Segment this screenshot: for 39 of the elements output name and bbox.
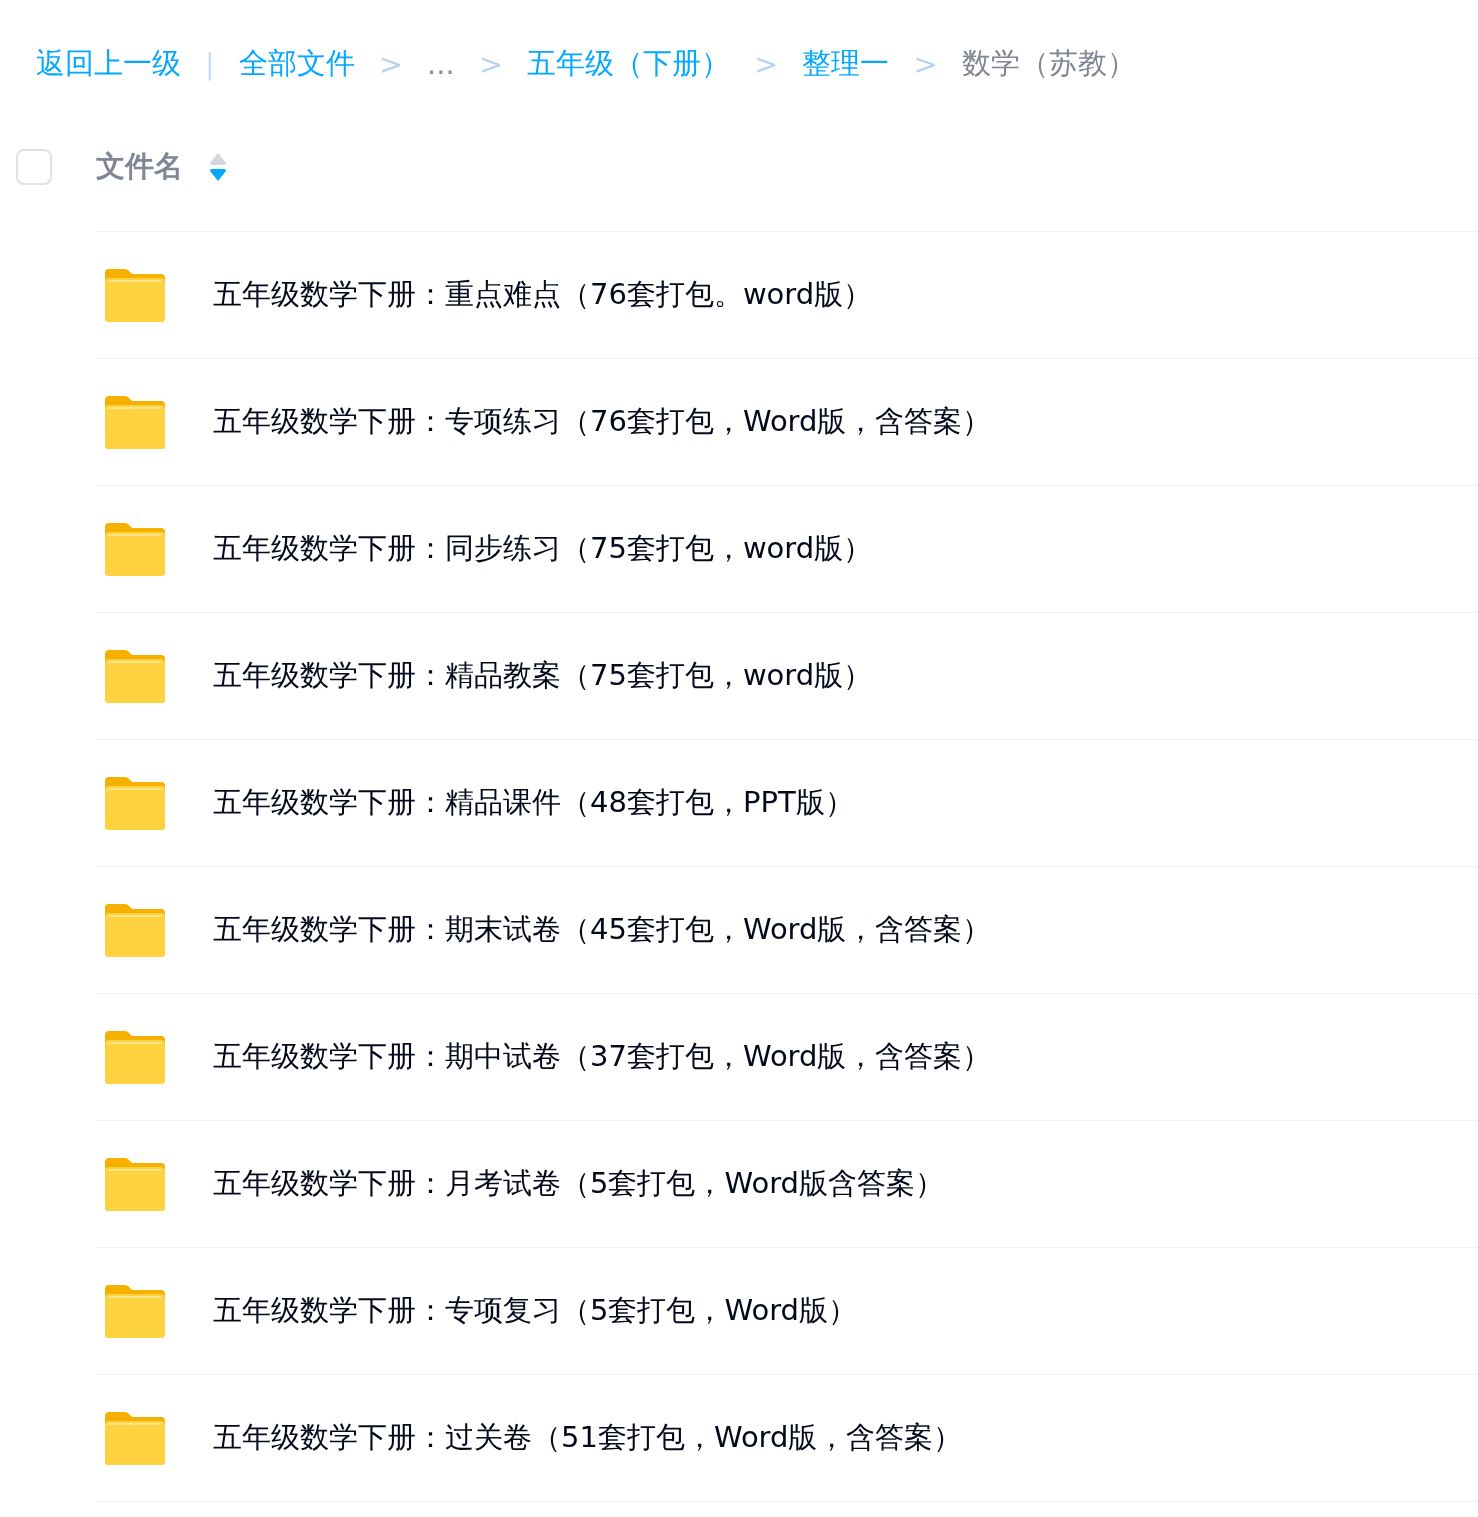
file-row[interactable]: 五年级数学下册：同步练习（75套打包，word版） xyxy=(96,485,1478,612)
file-name[interactable]: 五年级数学下册：同步练习（75套打包，word版） xyxy=(213,529,873,569)
file-row[interactable]: 五年级数学下册：月考试卷（5套打包，Word版含答案） xyxy=(96,1120,1478,1247)
breadcrumb-separator: > xyxy=(478,47,504,81)
folder-icon xyxy=(105,903,165,957)
file-name[interactable]: 五年级数学下册：重点难点（76套打包。word版） xyxy=(213,275,873,315)
file-name[interactable]: 五年级数学下册：专项练习（76套打包，Word版，含答案） xyxy=(213,402,992,442)
folder-icon xyxy=(105,268,165,322)
current-folder: 数学（苏教） xyxy=(961,45,1136,82)
folder-icon xyxy=(105,1030,165,1084)
file-row[interactable]: 五年级数学下册：重点难点（76套打包。word版） xyxy=(96,231,1478,358)
column-header[interactable]: 文件名 xyxy=(96,147,183,187)
file-row[interactable]: 五年级数学下册：精品教案（75套打包，word版） xyxy=(96,612,1478,739)
file-name[interactable]: 五年级数学下册：专项复习（5套打包，Word版） xyxy=(213,1291,857,1331)
breadcrumb-separator: > xyxy=(913,47,938,81)
file-name[interactable]: 五年级数学下册：期末试卷（45套打包，Word版，含答案） xyxy=(213,910,992,950)
sort-icon[interactable] xyxy=(209,152,227,182)
file-row[interactable]: 五年级数学下册：过关卷（51套打包，Word版，含答案） xyxy=(96,1374,1478,1502)
folder-icon xyxy=(105,649,165,703)
file-row[interactable]: 五年级数学下册：精品课件（48套打包，PPT版） xyxy=(96,739,1478,866)
file-row[interactable]: 五年级数学下册：期末试卷（45套打包，Word版，含答案） xyxy=(96,866,1478,993)
folder-icon xyxy=(105,1157,165,1211)
file-name[interactable]: 五年级数学下册：期中试卷（37套打包，Word版，含答案） xyxy=(213,1037,992,1077)
select-all-checkbox[interactable] xyxy=(16,149,52,185)
folder-icon xyxy=(105,776,165,830)
breadcrumb-separator: > xyxy=(378,47,404,81)
file-name[interactable]: 五年级数学下册：月考试卷（5套打包，Word版含答案） xyxy=(213,1164,944,1204)
folder-icon xyxy=(105,1411,165,1465)
file-row[interactable]: 五年级数学下册：专项练习（76套打包，Word版，含答案） xyxy=(96,358,1478,485)
file-row[interactable]: 五年级数学下册：期中试卷（37套打包，Word版，含答案） xyxy=(96,993,1478,1120)
file-name[interactable]: 五年级数学下册：过关卷（51套打包，Word版，含答案） xyxy=(213,1418,963,1458)
folder-icon xyxy=(105,522,165,576)
folder-icon xyxy=(105,395,165,449)
folder-icon xyxy=(105,1284,165,1338)
file-name[interactable]: 五年级数学下册：精品教案（75套打包，word版） xyxy=(213,656,873,696)
file-name[interactable]: 五年级数学下册：精品课件（48套打包，PPT版） xyxy=(213,783,854,823)
breadcrumb-divider: | xyxy=(205,47,215,81)
breadcrumb-separator: > xyxy=(754,47,779,81)
file-row[interactable]: 五年级数学下册：专项复习（5套打包，Word版） xyxy=(96,1247,1478,1374)
